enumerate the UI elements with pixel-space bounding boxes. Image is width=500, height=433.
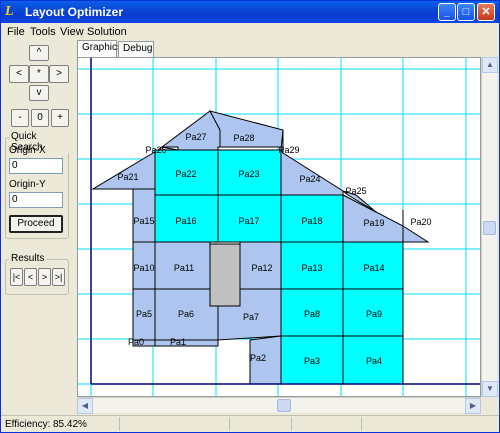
- panel-cell: [209, 110, 284, 152]
- panel-label: Pa27: [185, 132, 206, 142]
- tab-graphics[interactable]: Graphics: [77, 40, 122, 57]
- panel-label: Pa23: [238, 169, 259, 179]
- panel-cell: [160, 110, 221, 151]
- vertical-scrollbar[interactable]: ▲ ▼: [481, 57, 498, 397]
- panel-cell: [154, 339, 219, 347]
- origin-x-input[interactable]: 0: [9, 158, 63, 174]
- minimize-button[interactable]: _: [438, 3, 456, 21]
- status-divider: [229, 417, 230, 431]
- menu-bar: File Tools View Solution: [1, 23, 499, 41]
- panel-label: Pa14: [363, 263, 384, 273]
- origin-y-input[interactable]: 0: [9, 192, 63, 208]
- panel-label: Pa21: [117, 172, 138, 182]
- panel-label: Pa2: [250, 353, 266, 363]
- horizontal-scrollbar[interactable]: ◀ ▶: [77, 397, 481, 414]
- last-result-button[interactable]: >|: [52, 268, 65, 286]
- next-result-button[interactable]: >: [38, 268, 51, 286]
- origin-x-label: Origin-X: [9, 145, 46, 156]
- panel-label: Pa4: [366, 356, 382, 366]
- graphics-canvas[interactable]: Pa27 Pa28 Pa26 Pa29 Pa21 Pa22 Pa23 Pa24 Pa25 Pa20…: [77, 57, 481, 397]
- origin-y-label: Origin-Y: [9, 179, 46, 190]
- panel-label: Pa24: [299, 174, 320, 184]
- panel-label: Pa0: [128, 337, 144, 347]
- panel-label: Pa19: [363, 218, 384, 228]
- panel-label: Pa26: [145, 145, 166, 155]
- proceed-button[interactable]: Proceed: [9, 215, 63, 233]
- pan-center-button[interactable]: *: [29, 65, 49, 83]
- maximize-button[interactable]: □: [457, 3, 475, 21]
- title-bar[interactable]: L Layout Optimizer _ □ ✕: [1, 1, 499, 23]
- efficiency-label: Efficiency:: [5, 419, 51, 430]
- results-title: Results: [9, 253, 47, 264]
- panel-label: Pa15: [133, 216, 154, 226]
- panel-label: Pa16: [175, 216, 196, 226]
- panel-cell: [280, 148, 344, 196]
- panel-label: Pa5: [136, 309, 152, 319]
- panel-label: Pa11: [174, 263, 194, 273]
- panel-label: Pa20: [410, 217, 431, 227]
- panel-label: Pa1: [170, 337, 186, 347]
- panel-cell: [91, 149, 160, 190]
- panel-label: Pa3: [304, 356, 320, 366]
- vertical-scroll-thumb[interactable]: [483, 221, 496, 235]
- app-window: L Layout Optimizer _ □ ✕ File Tools View…: [0, 0, 500, 433]
- first-result-button[interactable]: |<: [10, 268, 23, 286]
- panel-label: Pa10: [133, 263, 154, 273]
- horizontal-scroll-thumb[interactable]: [277, 399, 291, 412]
- control-panel: ^ < * > v - 0 + Quick Search Origin-X 0 …: [3, 41, 71, 411]
- scroll-left-arrow[interactable]: ◀: [77, 398, 93, 414]
- panel-label: Pa9: [366, 309, 382, 319]
- scroll-down-arrow[interactable]: ▼: [482, 381, 498, 397]
- panel-label: Pa12: [251, 263, 272, 273]
- status-divider: [291, 417, 292, 431]
- status-divider: [119, 417, 120, 431]
- pan-right-button[interactable]: >: [49, 65, 69, 83]
- zoom-in-button[interactable]: +: [51, 109, 69, 127]
- menu-file[interactable]: File: [7, 26, 25, 38]
- panel-label: Pa17: [238, 216, 259, 226]
- pan-down-button[interactable]: v: [29, 85, 49, 101]
- scroll-right-arrow[interactable]: ▶: [465, 398, 481, 414]
- menu-tools[interactable]: Tools: [30, 26, 56, 38]
- menu-solution[interactable]: Solution: [87, 26, 127, 38]
- obstacle-block: [209, 243, 241, 307]
- status-bar: Efficiency: 85.42%: [1, 415, 499, 432]
- prev-result-button[interactable]: <: [24, 268, 37, 286]
- panel-label: Pa25: [345, 186, 366, 196]
- layout-drawing: Pa27 Pa28 Pa26 Pa29 Pa21 Pa22 Pa23 Pa24 Pa25 Pa20…: [78, 58, 480, 396]
- pan-left-button[interactable]: <: [9, 65, 29, 83]
- close-button[interactable]: ✕: [477, 3, 495, 21]
- panel-label: Pa13: [301, 263, 322, 273]
- zoom-reset-button[interactable]: 0: [31, 109, 49, 127]
- panel-label: Pa22: [175, 169, 196, 179]
- window-title: Layout Optimizer: [25, 5, 124, 19]
- app-logo-icon: L: [5, 4, 14, 19]
- panel-label: Pa6: [178, 309, 194, 319]
- efficiency-value: 85.42%: [53, 419, 87, 430]
- tab-debug[interactable]: Debug: [118, 41, 154, 57]
- panel-label: Pa29: [278, 145, 299, 155]
- zoom-out-button[interactable]: -: [11, 109, 29, 127]
- panel-label: Pa28: [233, 133, 254, 143]
- panel-label: Pa18: [301, 216, 322, 226]
- status-divider: [361, 417, 362, 431]
- panel-label: Pa7: [243, 312, 259, 322]
- scroll-up-arrow[interactable]: ▲: [482, 57, 498, 73]
- pan-up-button[interactable]: ^: [29, 45, 49, 61]
- panel-label: Pa8: [304, 309, 320, 319]
- menu-view[interactable]: View: [60, 26, 84, 38]
